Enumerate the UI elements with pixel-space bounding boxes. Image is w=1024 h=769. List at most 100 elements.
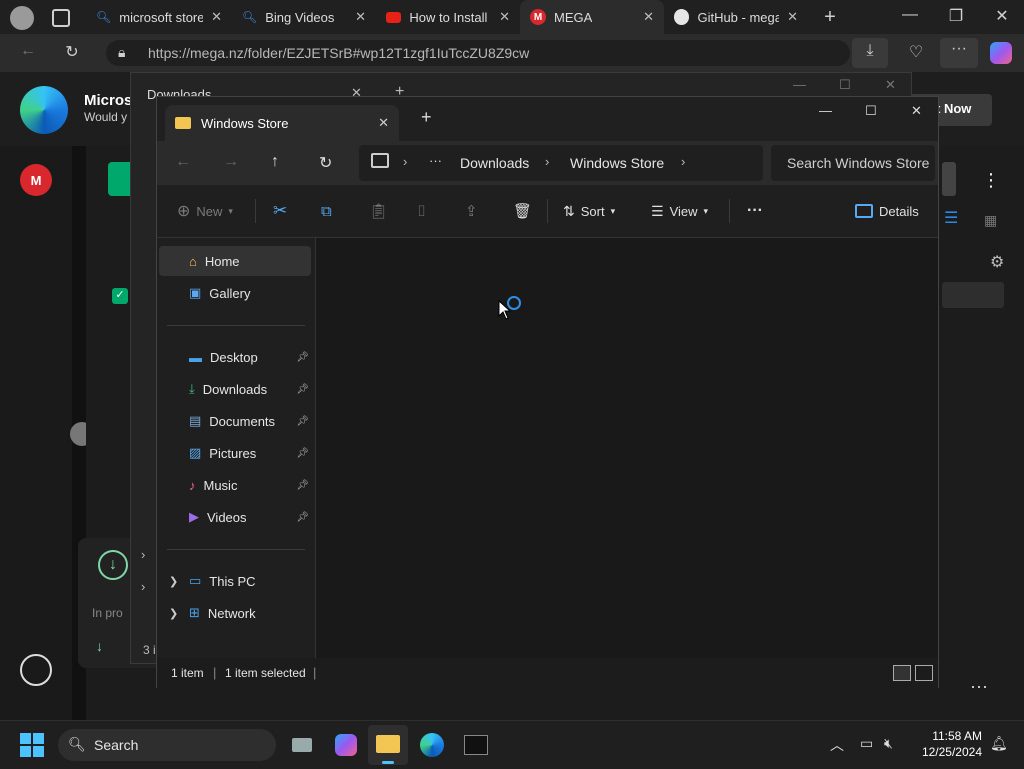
forward-icon[interactable]: → xyxy=(223,153,239,171)
tab-actions-icon[interactable] xyxy=(52,9,70,27)
up-icon[interactable]: ↑ xyxy=(271,153,279,171)
grid-view-icon[interactable]: ▦ xyxy=(984,212,997,229)
pin-icon[interactable]: 📌︎ xyxy=(296,448,309,459)
close-icon[interactable]: ✕ xyxy=(378,115,389,131)
view-button[interactable]: ☰ View ▾ xyxy=(651,185,708,237)
chevron-right-icon[interactable]: ❯ xyxy=(169,607,178,620)
delete-icon[interactable]: 🗑︎ xyxy=(513,185,532,237)
nav-item-network[interactable]: ❯ ⊞ Network xyxy=(159,598,311,628)
lock-icon[interactable]: 🔒︎ xyxy=(118,44,125,61)
explorer-content-area[interactable] xyxy=(316,238,938,658)
close-window-icon[interactable]: ✕ xyxy=(885,77,896,93)
more-icon[interactable]: ··· xyxy=(947,40,971,58)
chevron-right-icon[interactable]: › xyxy=(141,547,145,562)
file-explorer-taskbar-button[interactable] xyxy=(368,725,408,765)
task-view-icon[interactable] xyxy=(286,729,318,761)
details-button[interactable]: Details xyxy=(855,185,919,237)
pin-icon[interactable]: 📌︎ xyxy=(296,384,309,395)
terminal-icon[interactable] xyxy=(460,729,492,761)
close-icon[interactable]: ✕ xyxy=(211,9,222,25)
refresh-icon[interactable]: ↻ xyxy=(60,42,84,62)
nav-item-documents[interactable]: ▤ Documents 📌︎ xyxy=(159,406,311,436)
address-breadcrumb[interactable]: › ··· Downloads › Windows Store › xyxy=(359,145,763,181)
back-icon[interactable]: ← xyxy=(175,153,191,171)
maximize-icon[interactable]: ❐ xyxy=(944,6,968,26)
url-field[interactable]: 🔒︎ https://mega.nz/folder/EZJETSrB#wp12T… xyxy=(106,40,850,66)
copilot-icon[interactable] xyxy=(330,729,362,761)
tab-mega[interactable]: M MEGA ✕ xyxy=(520,0,664,34)
share-icon[interactable]: ⇪ xyxy=(465,185,478,237)
download-icon[interactable]: ⤓ xyxy=(858,42,882,60)
taskbar-search[interactable]: 🔍︎ Search xyxy=(58,729,276,761)
breadcrumb-downloads[interactable]: Downloads xyxy=(460,155,529,171)
volume-muted-icon[interactable]: 🔇︎ xyxy=(884,735,893,752)
notification-bell-icon[interactable]: 🔔︎ xyxy=(990,735,1008,752)
new-tab-icon[interactable]: + xyxy=(421,107,432,128)
tab-youtube[interactable]: How to Install I ✕ xyxy=(376,0,520,34)
rename-icon[interactable]: ⌷ xyxy=(417,185,426,237)
tab-microsoft-store[interactable]: 🔍︎ microsoft store ✕ xyxy=(86,0,232,34)
edge-icon[interactable] xyxy=(416,729,448,761)
nav-item-gallery[interactable]: ▣ Gallery xyxy=(159,278,311,308)
new-tab-icon[interactable]: + xyxy=(818,6,842,29)
pin-icon[interactable]: 📌︎ xyxy=(296,512,309,523)
banner-button-label[interactable]: t Now xyxy=(936,101,971,116)
maximize-icon[interactable]: ☐ xyxy=(839,77,851,93)
copilot-icon[interactable] xyxy=(990,42,1012,64)
start-button[interactable] xyxy=(16,729,48,761)
chevron-right-icon[interactable]: ❯ xyxy=(169,575,178,588)
minimize-icon[interactable]: — xyxy=(898,6,922,24)
explorer-tab[interactable]: Windows Store ✕ xyxy=(165,105,399,141)
close-icon[interactable]: ✕ xyxy=(355,9,366,25)
pin-icon[interactable]: 📌︎ xyxy=(296,352,309,363)
nav-item-home[interactable]: ⌂ Home xyxy=(159,246,311,276)
new-button[interactable]: ⊕ New ▾ xyxy=(177,185,233,237)
close-icon[interactable]: ✕ xyxy=(643,9,654,25)
nav-item-pictures[interactable]: ▨ Pictures 📌︎ xyxy=(159,438,311,468)
clock-date[interactable]: 12/25/2024 xyxy=(906,745,982,759)
explorer-search-input[interactable]: Search Windows Store xyxy=(771,145,935,181)
close-window-icon[interactable]: ✕ xyxy=(911,103,922,119)
chevron-up-icon[interactable]: ︿ xyxy=(830,735,844,755)
checkbox-checked-icon[interactable]: ✓ xyxy=(112,288,128,304)
chevron-right-icon[interactable]: › xyxy=(141,579,145,594)
pin-icon[interactable]: 📌︎ xyxy=(296,416,309,427)
nav-item-videos[interactable]: ▶ Videos 📌︎ xyxy=(159,502,311,532)
nav-item-music[interactable]: ♪ Music 📌︎ xyxy=(159,470,311,500)
more-options-button[interactable]: ··· xyxy=(747,185,763,237)
tab-github[interactable]: GitHub - mega ✕ xyxy=(664,0,808,34)
maximize-icon[interactable]: ☐ xyxy=(865,103,877,119)
list-view-icon[interactable]: ☰ xyxy=(944,208,968,234)
refresh-icon[interactable]: ↻ xyxy=(319,153,332,173)
pin-icon[interactable]: 📌︎ xyxy=(296,480,309,491)
account-icon[interactable] xyxy=(20,654,52,686)
breadcrumb-overflow[interactable]: ··· xyxy=(429,153,442,168)
tab-bing-videos[interactable]: 🔍︎ Bing Videos ✕ xyxy=(232,0,376,34)
performance-icon[interactable]: ♡ xyxy=(904,42,928,62)
url-text[interactable]: https://mega.nz/folder/EZJETSrB#wp12T1zg… xyxy=(148,45,529,61)
breadcrumb-windows-store[interactable]: Windows Store xyxy=(570,155,664,171)
copy-icon[interactable]: ⧉ xyxy=(321,185,332,237)
minimize-icon[interactable]: — xyxy=(819,103,832,118)
tiles-view-icon[interactable] xyxy=(915,665,933,681)
sort-button[interactable]: ⇅ Sort ▾ xyxy=(563,185,615,237)
close-icon[interactable]: ✕ xyxy=(499,9,510,25)
file-explorer-window[interactable]: Windows Store ✕ + — ☐ ✕ ← → ↑ ↻ › ··· Do… xyxy=(156,96,939,688)
close-icon[interactable]: ✕ xyxy=(787,9,798,25)
mega-logo-icon[interactable]: M xyxy=(20,164,52,196)
back-icon[interactable]: ← xyxy=(16,42,40,60)
clock-time[interactable]: 11:58 AM xyxy=(916,729,982,743)
profile-avatar-icon[interactable] xyxy=(10,6,34,30)
minimize-icon[interactable]: — xyxy=(793,77,806,92)
details-view-icon[interactable] xyxy=(893,665,911,681)
gear-icon[interactable]: ⚙ xyxy=(990,252,1004,272)
mega-more-icon[interactable]: ⋮ xyxy=(982,170,1000,191)
nav-item-downloads[interactable]: ⤓ Downloads 📌︎ xyxy=(159,374,311,404)
nav-item-desktop[interactable]: ▬ Desktop 📌︎ xyxy=(159,342,311,372)
close-window-icon[interactable]: ✕ xyxy=(990,6,1014,26)
mega-bottom-more-icon[interactable]: ··· xyxy=(970,676,988,697)
network-status-icon[interactable]: ▭ xyxy=(860,735,873,752)
cut-icon[interactable]: ✂ xyxy=(273,185,287,237)
paste-icon[interactable]: 📋︎ xyxy=(369,185,388,237)
nav-item-this-pc[interactable]: ❯ ▭ This PC xyxy=(159,566,311,596)
